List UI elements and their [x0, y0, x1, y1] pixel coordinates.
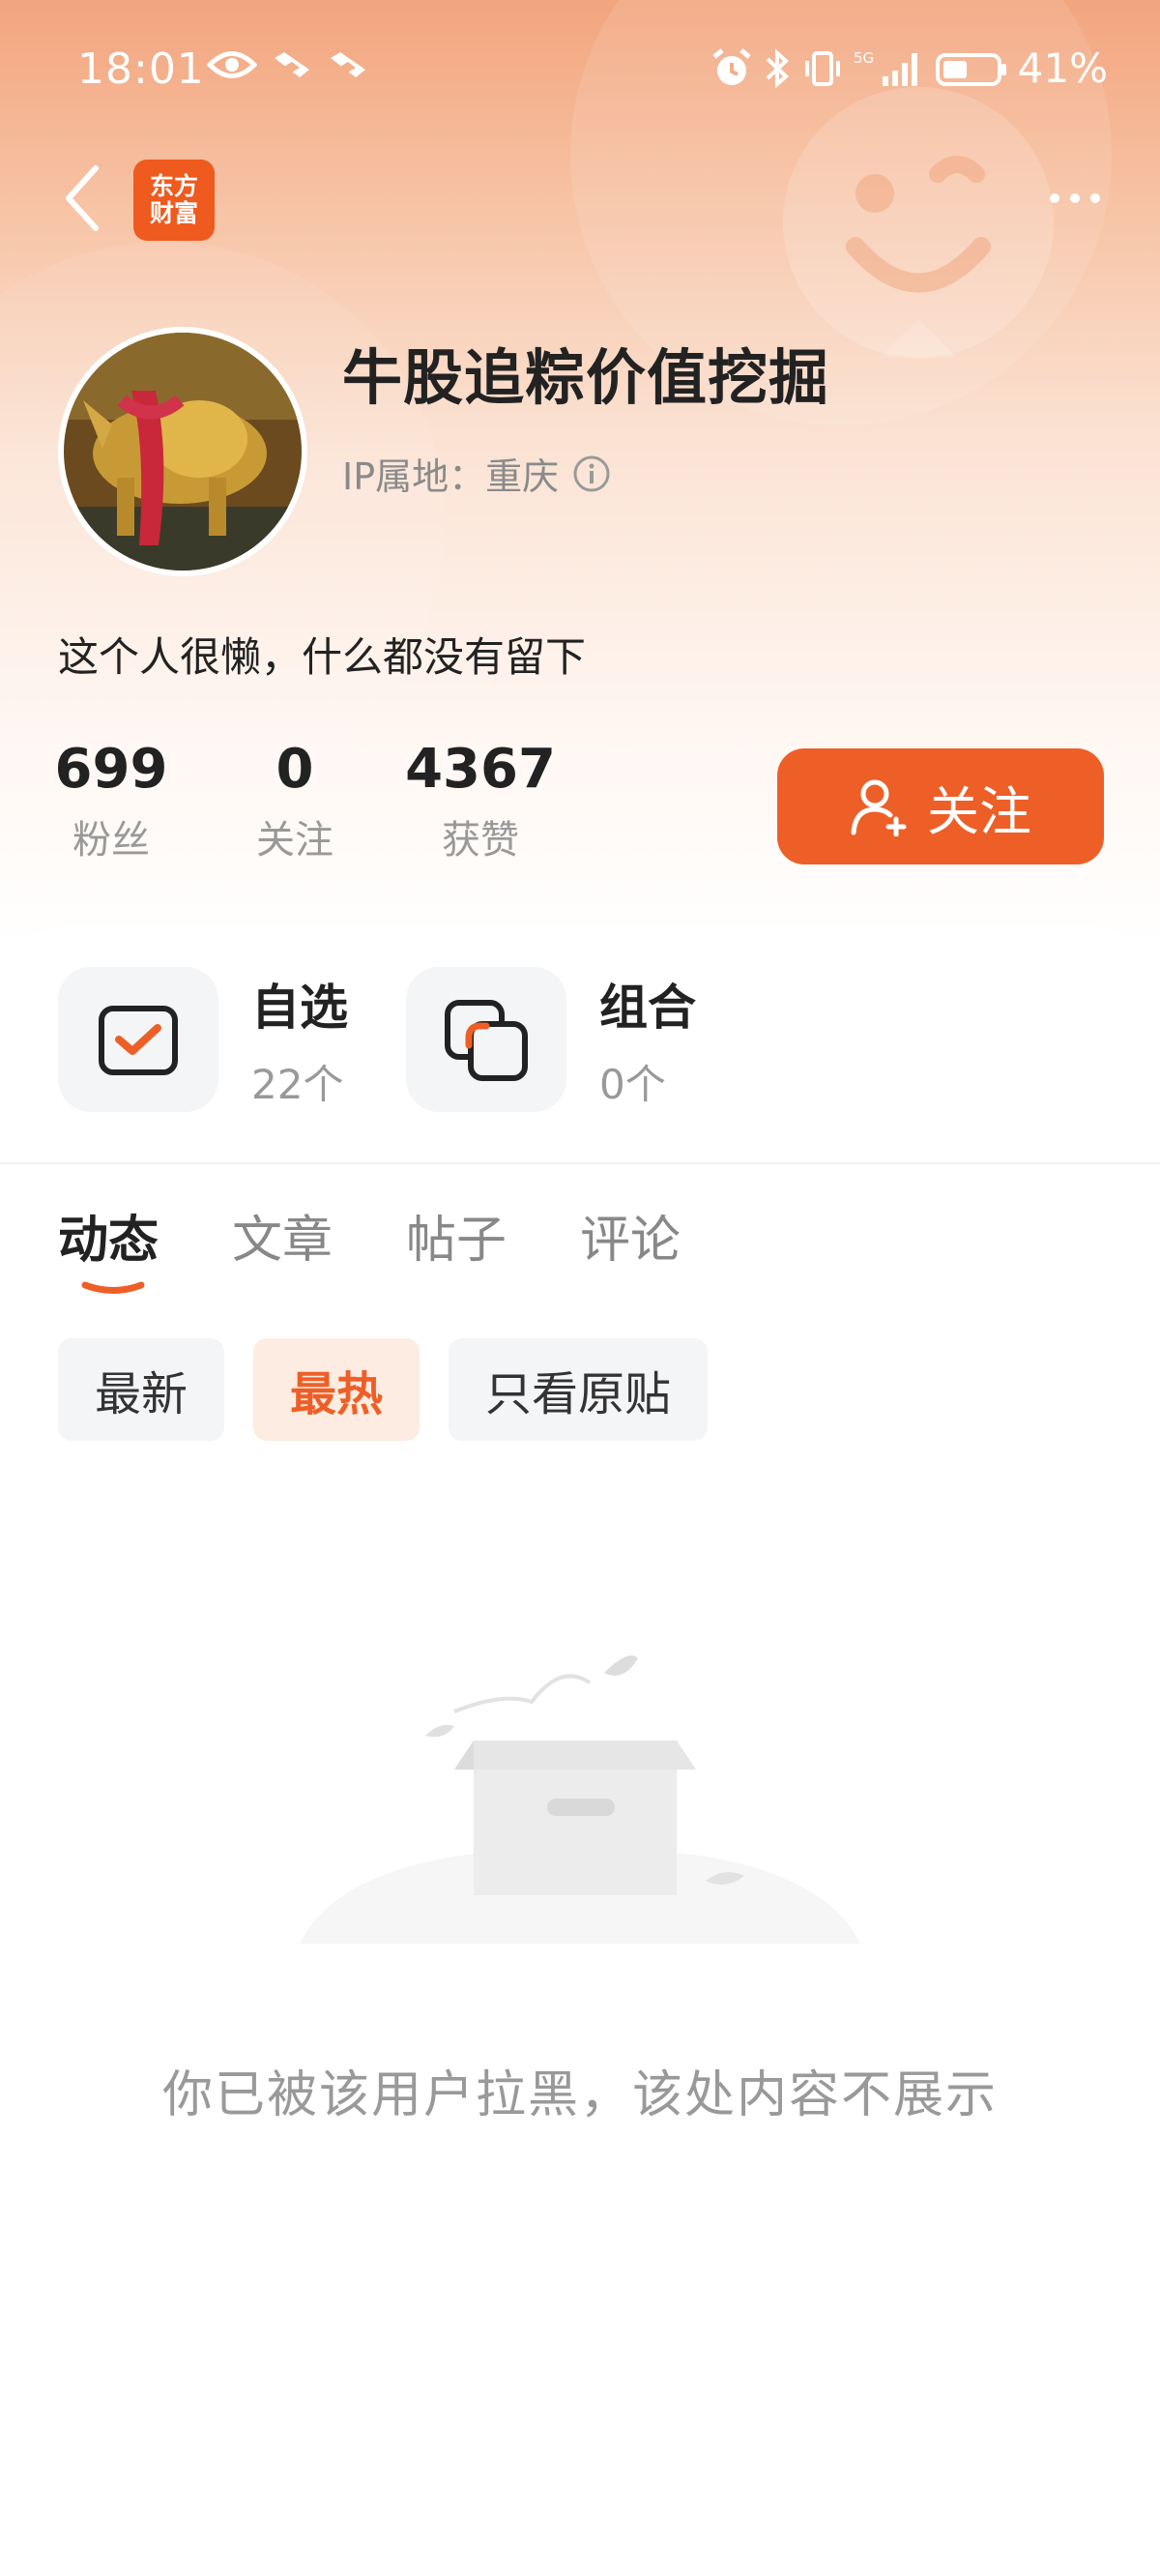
more-dot	[1090, 193, 1100, 203]
stat-following[interactable]: 0 关注	[242, 735, 348, 864]
watchlist-text: 自选 22个	[251, 969, 348, 1111]
tab-posts[interactable]: 帖子	[406, 1199, 507, 1272]
tab-comments[interactable]: 评论	[580, 1199, 681, 1272]
bluetooth-icon	[766, 48, 789, 88]
portfolio-title: 组合	[599, 979, 696, 1036]
battery-percentage: 41%	[1017, 44, 1108, 92]
eastmoney-logo[interactable]: 东方 财富	[133, 160, 215, 241]
stat-following-value: 0	[276, 738, 314, 801]
stat-fans-label: 粉丝	[72, 818, 150, 863]
svg-text:5G: 5G	[854, 49, 874, 67]
avatar-image	[64, 333, 302, 571]
tab-feed[interactable]: 动态	[58, 1199, 159, 1272]
portfolio-entry[interactable]: 组合 0个	[406, 967, 696, 1112]
info-icon[interactable]	[572, 454, 611, 493]
avatar[interactable]	[58, 327, 307, 576]
profile-name: 牛股追粽价值挖掘	[342, 342, 830, 413]
portfolio-icon	[445, 1000, 528, 1081]
active-tab-indicator	[81, 1281, 145, 1294]
chevron-left-icon	[66, 165, 99, 231]
stat-likes-label: 获赞	[442, 818, 519, 863]
stat-fans-value: 699	[54, 738, 168, 801]
more-options-button[interactable]	[1029, 169, 1121, 227]
eye-icon	[207, 51, 257, 78]
stat-likes-value: 4367	[405, 738, 556, 801]
watchlist-entry[interactable]: 自选 22个	[58, 967, 348, 1112]
filter-original-only[interactable]: 只看原贴	[449, 1338, 709, 1441]
more-dot	[1050, 193, 1059, 203]
stat-fans[interactable]: 699 粉丝	[55, 735, 168, 864]
checkbox-icon	[99, 1006, 178, 1075]
battery-icon	[935, 52, 1006, 86]
content-tabs: 动态 文章 帖子 评论	[58, 1199, 681, 1272]
blocked-message: 你已被该用户拉黑，该处内容不展示	[161, 2066, 998, 2124]
filter-hottest[interactable]: 最热	[253, 1338, 420, 1441]
watchlist-count: 22个	[251, 1060, 344, 1108]
status-time: 18:01	[77, 44, 205, 94]
status-right-icons: 5G 41%	[710, 44, 1108, 92]
stat-following-label: 关注	[256, 818, 334, 863]
tab-articles[interactable]: 文章	[232, 1199, 333, 1272]
status-bar: 18:01 5G 41%	[0, 0, 1160, 141]
signal-5g-icon: 5G	[854, 49, 917, 86]
profile-bio: 这个人很懒，什么都没有留下	[58, 633, 587, 681]
alarm-icon	[711, 47, 751, 85]
follow-button[interactable]: 关注	[777, 748, 1104, 864]
section-divider	[0, 1162, 1160, 1164]
sort-filters: 最新 最热 只看原贴	[58, 1338, 709, 1441]
add-user-icon	[851, 779, 907, 836]
portfolio-icon-tile	[406, 967, 566, 1112]
app-notification-icon	[275, 52, 309, 77]
logo-text-line1: 东方	[149, 172, 198, 200]
watchlist-title: 自选	[251, 979, 348, 1036]
more-dot	[1070, 193, 1080, 203]
stat-likes: 4367 获赞	[405, 735, 556, 864]
filter-latest[interactable]: 最新	[58, 1338, 225, 1441]
app-notification-icon	[331, 52, 365, 77]
follow-button-label: 关注	[927, 782, 1031, 841]
watchlist-icon-tile	[58, 967, 218, 1112]
portfolio-count: 0个	[599, 1060, 666, 1108]
portfolio-text: 组合 0个	[599, 969, 696, 1111]
ip-location: IP属地：重庆	[342, 447, 611, 500]
profile-stats: 699 粉丝 0 关注 4367 获赞	[55, 735, 556, 864]
ip-location-text: IP属地：重庆	[342, 455, 560, 498]
vibrate-icon	[804, 50, 840, 86]
status-left-icons	[207, 48, 369, 81]
back-button[interactable]	[48, 155, 116, 242]
empty-box-illustration	[300, 1655, 860, 1944]
logo-text-line2: 财富	[149, 199, 198, 227]
